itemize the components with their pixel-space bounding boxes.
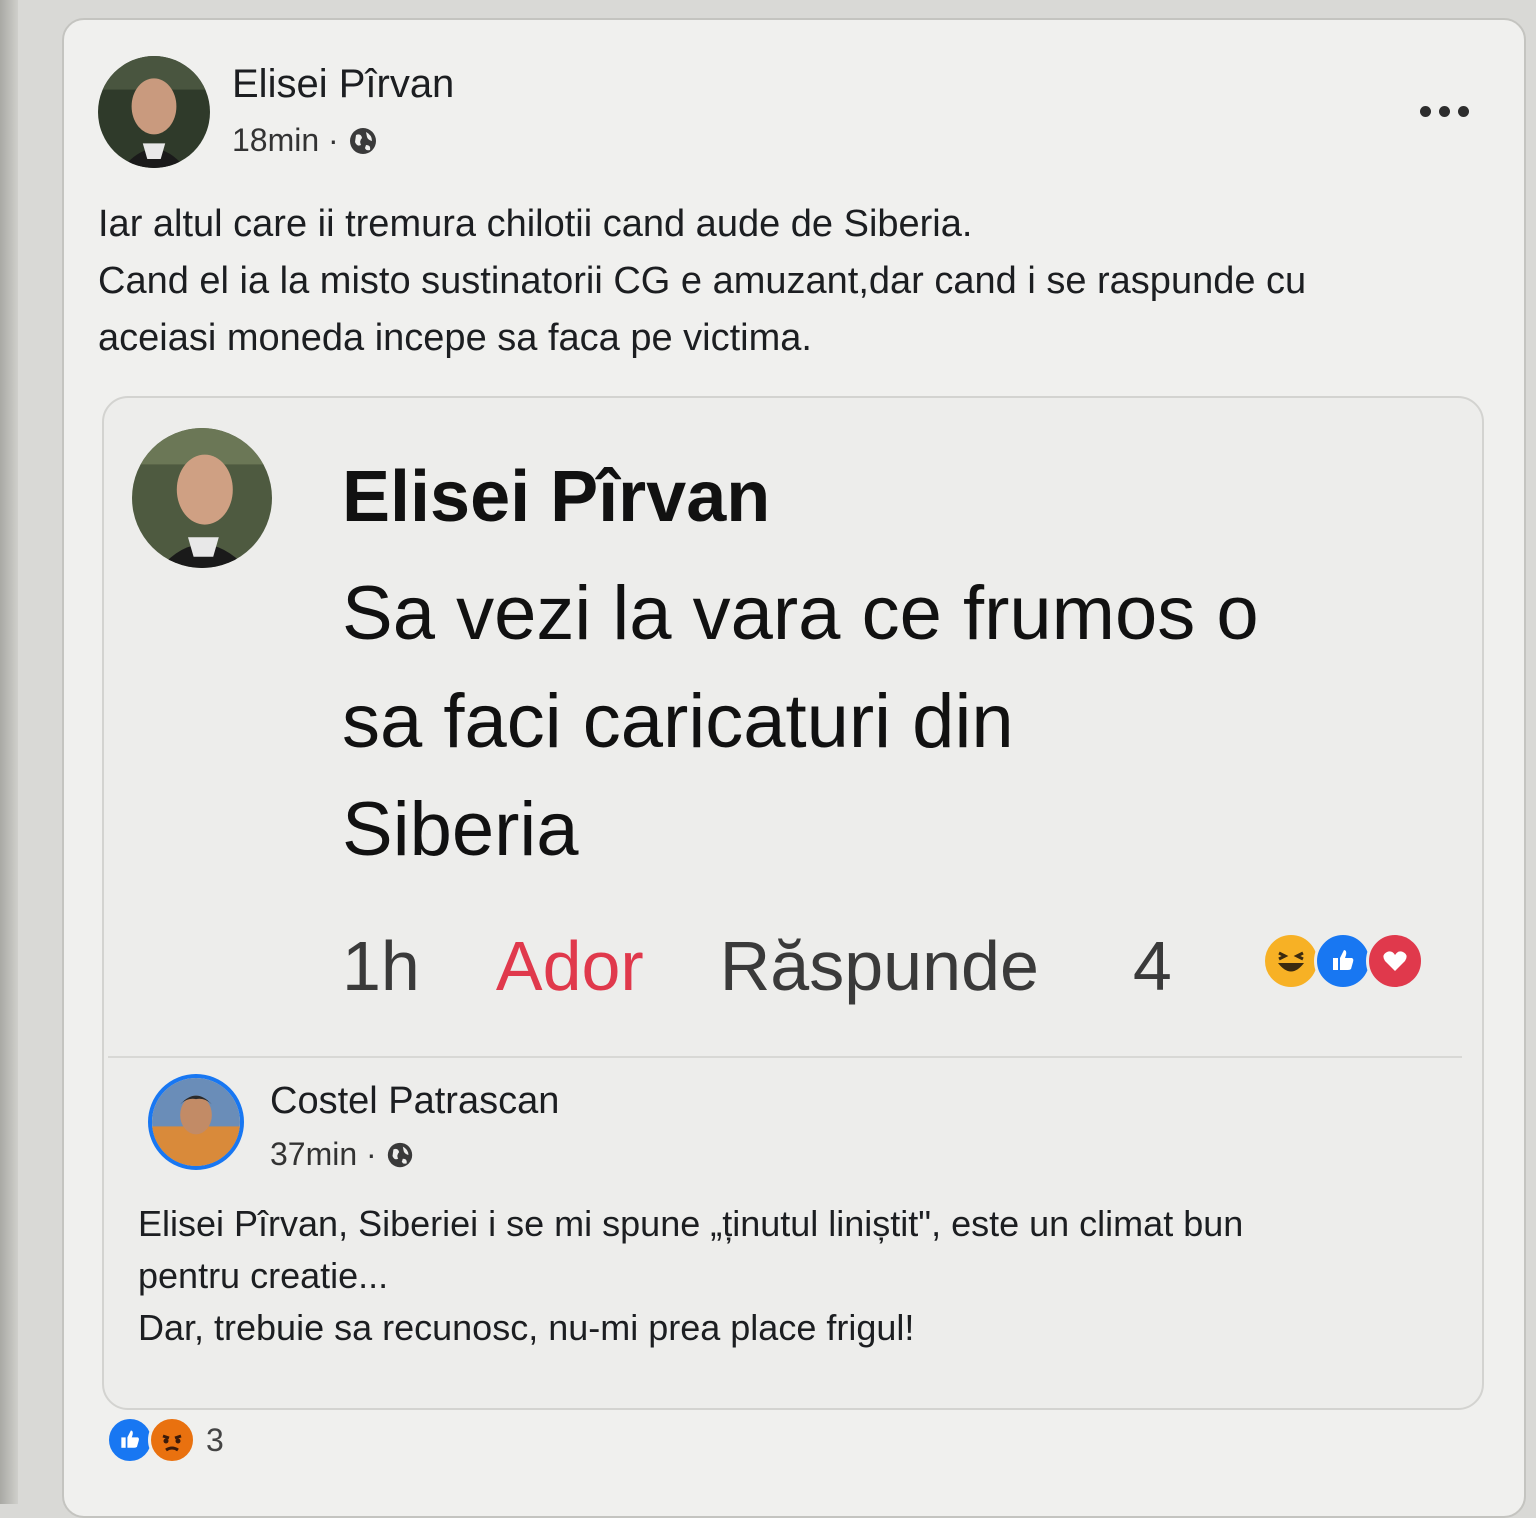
comment-author-avatar[interactable]: [132, 428, 272, 568]
post-text-line: aceiasi moneda incepe sa faca pe victima…: [98, 317, 812, 359]
angry-icon: [148, 1416, 196, 1464]
globe-icon: [385, 1140, 415, 1170]
post-reactions[interactable]: 3: [106, 1416, 224, 1464]
like-icon: [1314, 932, 1372, 990]
love-icon: [1366, 932, 1424, 990]
post-text-line: Cand el ia la misto sustinatorii CG e am…: [98, 260, 1307, 302]
post-meta: 18min ·: [232, 122, 379, 159]
love-button[interactable]: Ador: [496, 926, 644, 1006]
comment-text-line: sa faci caricaturi din: [342, 679, 1014, 764]
shared-post-text: Elisei Pîrvan, Siberiei i se mi spune „ț…: [138, 1198, 1243, 1354]
reply-button[interactable]: Răspunde: [720, 926, 1039, 1006]
comment-text: Sa vezi la vara ce frumos o sa faci cari…: [342, 560, 1259, 884]
shared-text-line: Elisei Pîrvan, Siberiei i se mi spune „ț…: [138, 1203, 1244, 1244]
shared-text-line: Dar, trebuie sa recunosc, nu-mi prea pla…: [138, 1307, 915, 1348]
comment-actions: 1h Ador Răspunde 4: [342, 926, 1172, 1006]
shared-post-meta: 37min ·: [270, 1136, 415, 1173]
comment-text-line: Siberia: [342, 787, 579, 872]
background-edge: [0, 0, 18, 1504]
shared-text-line: pentru creatie...: [138, 1255, 389, 1296]
post-text-line: Iar altul care ii tremura chilotii cand …: [98, 203, 973, 245]
author-name[interactable]: Elisei Pîrvan: [232, 62, 454, 107]
comment-time[interactable]: 1h: [342, 926, 420, 1006]
reaction-count[interactable]: 3: [206, 1422, 224, 1459]
shared-post-time[interactable]: 37min ·: [270, 1136, 377, 1173]
shared-author-avatar[interactable]: [148, 1074, 244, 1170]
post-text: Iar altul care ii tremura chilotii cand …: [98, 196, 1306, 367]
comment-text-line: Sa vezi la vara ce frumos o: [342, 571, 1259, 656]
author-avatar[interactable]: [98, 56, 210, 168]
globe-icon: [347, 125, 379, 157]
shared-author-name[interactable]: Costel Patrascan: [270, 1080, 559, 1123]
shared-post[interactable]: Elisei Pîrvan Sa vezi la vara ce frumos …: [102, 396, 1484, 1410]
post-time[interactable]: 18min ·: [232, 122, 339, 159]
more-options-icon[interactable]: [1420, 106, 1469, 117]
comment-author-name[interactable]: Elisei Pîrvan: [342, 456, 770, 538]
haha-icon: [1262, 932, 1320, 990]
reaction-count[interactable]: 4: [1133, 926, 1172, 1006]
like-icon: [106, 1416, 154, 1464]
divider: [108, 1056, 1462, 1058]
comment-reactions[interactable]: [1262, 932, 1424, 990]
